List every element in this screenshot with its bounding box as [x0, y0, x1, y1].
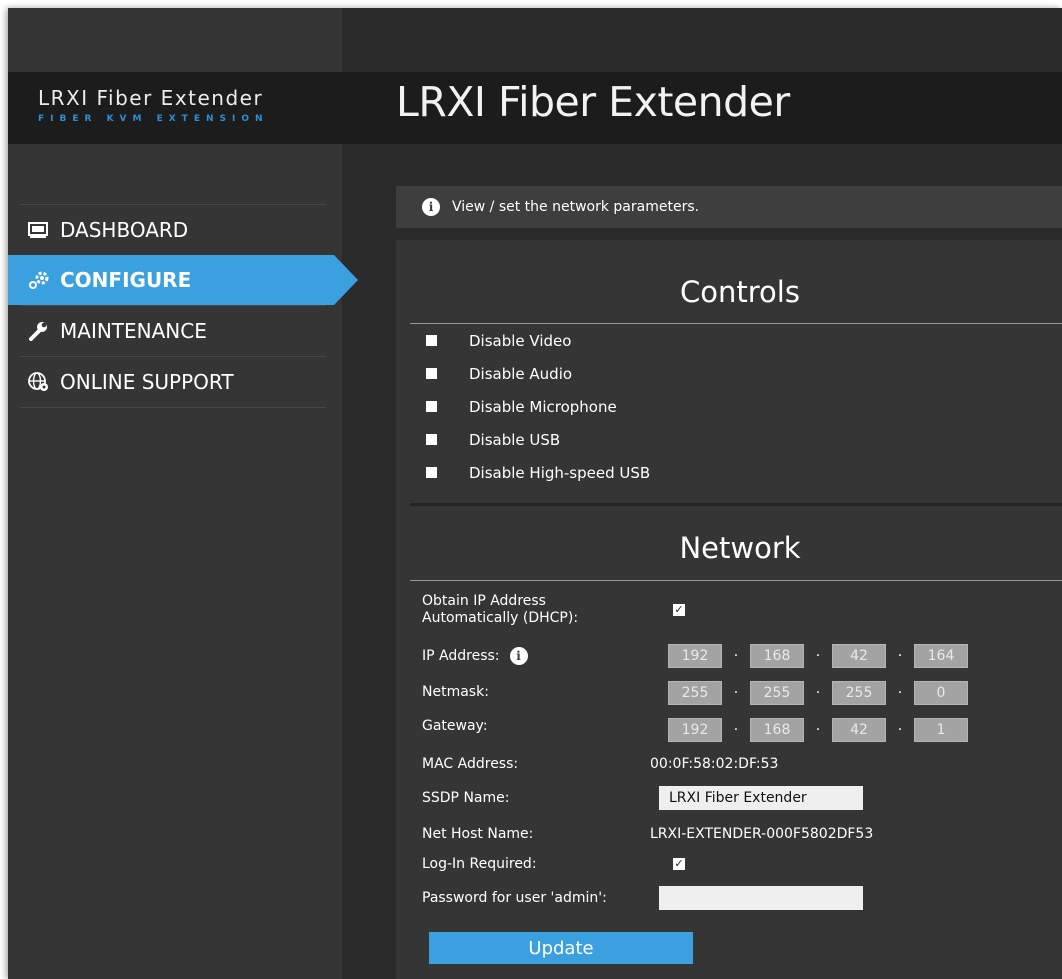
settings-panel: Controls Disable Video Disable Audio Dis…	[396, 240, 1062, 979]
checkbox[interactable]	[426, 467, 437, 478]
netmask-octet-3[interactable]: 255	[832, 681, 886, 705]
control-label: Disable Video	[469, 331, 572, 350]
controls-heading: Controls	[680, 275, 800, 309]
dhcp-label-line2: Automatically (DHCP):	[422, 610, 579, 626]
sidebar-item-configure[interactable]: CONFIGURE	[8, 255, 358, 305]
net-host-name-label: Net Host Name:	[422, 826, 534, 842]
sidebar-item-label: ONLINE SUPPORT	[60, 370, 234, 394]
mac-address-value: 00:0F:58:02:DF:53	[650, 756, 779, 772]
login-required-checkbox[interactable]: ✓	[673, 858, 685, 870]
login-required-label: Log-In Required:	[422, 856, 537, 872]
sidebar-item-label: CONFIGURE	[60, 268, 192, 292]
checkbox[interactable]	[426, 368, 437, 379]
netmask-label: Netmask:	[422, 684, 489, 700]
section-separator	[410, 503, 1062, 506]
dhcp-checkbox[interactable]: ✓	[673, 604, 685, 616]
sidebar-item-label: MAINTENANCE	[60, 319, 207, 343]
monitor-icon	[28, 220, 48, 240]
gears-icon	[28, 270, 49, 290]
netmask-octet-2[interactable]: 255	[750, 681, 804, 705]
gateway-octet-1[interactable]: 192	[668, 718, 722, 742]
globe-gear-icon	[28, 372, 48, 392]
brand-title: LRXI Fiber Extender	[38, 86, 264, 110]
control-label: Disable Audio	[469, 364, 573, 383]
control-disable-microphone[interactable]: Disable Microphone	[396, 390, 617, 423]
sidebar-nav: DASHBOARD CONFIGURE MAINTENANCE ONLINE S…	[8, 204, 358, 408]
gateway-field: 192 · 168 · 42 · 1	[668, 718, 968, 742]
update-button[interactable]: Update	[429, 932, 693, 964]
checkbox[interactable]	[426, 434, 437, 445]
gateway-octet-3[interactable]: 42	[832, 718, 886, 742]
dhcp-label-line1: Obtain IP Address	[422, 593, 546, 609]
ip-separator: ·	[815, 685, 821, 701]
info-icon: i	[422, 198, 440, 216]
ip-separator: ·	[733, 648, 739, 664]
page-title: LRXI Fiber Extender	[396, 78, 790, 126]
control-label: Disable USB	[469, 430, 561, 449]
sidebar-item-label: DASHBOARD	[60, 218, 189, 242]
network-heading: Network	[679, 531, 801, 565]
info-text: View / set the network parameters.	[452, 199, 700, 215]
sidebar-item-dashboard[interactable]: DASHBOARD	[20, 204, 326, 255]
gateway-octet-2[interactable]: 168	[750, 718, 804, 742]
ip-address-field: 192 · 168 · 42 · 164	[668, 644, 968, 668]
control-disable-video[interactable]: Disable Video	[396, 324, 571, 357]
ip-separator: ·	[897, 722, 903, 738]
brand-logo: LRXI Fiber Extender FIBER KVM EXTENSION	[38, 86, 328, 124]
control-disable-audio[interactable]: Disable Audio	[396, 357, 572, 390]
ip-octet-4[interactable]: 164	[914, 644, 968, 668]
info-icon[interactable]: i	[509, 647, 528, 665]
ip-separator: ·	[733, 722, 739, 738]
brand-subtitle: FIBER KVM EXTENSION	[38, 114, 269, 124]
network-divider	[410, 580, 1062, 581]
ip-separator: ·	[815, 722, 821, 738]
info-bar: i View / set the network parameters.	[396, 186, 1062, 228]
net-host-name-value: LRXI-EXTENDER-000F5802DF53	[650, 826, 874, 842]
nav-divider	[20, 407, 326, 408]
gateway-octet-4[interactable]: 1	[914, 718, 968, 742]
ip-address-label: IP Address: i	[422, 647, 528, 665]
ip-octet-2[interactable]: 168	[750, 644, 804, 668]
ip-separator: ·	[815, 648, 821, 664]
netmask-octet-4[interactable]: 0	[914, 681, 968, 705]
netmask-octet-1[interactable]: 255	[668, 681, 722, 705]
checkbox[interactable]	[426, 335, 437, 346]
app-window: LRXI Fiber Extender FIBER KVM EXTENSION …	[8, 8, 1062, 979]
ssdp-name-label: SSDP Name:	[422, 790, 510, 806]
ip-octet-3[interactable]: 42	[832, 644, 886, 668]
ip-separator: ·	[897, 685, 903, 701]
control-label: Disable High-speed USB	[469, 463, 651, 482]
control-disable-usb[interactable]: Disable USB	[396, 423, 560, 456]
sidebar	[8, 8, 342, 979]
ssdp-name-input[interactable]: LRXI Fiber Extender	[659, 786, 863, 810]
ip-address-label-text: IP Address:	[422, 647, 500, 664]
netmask-field: 255 · 255 · 255 · 0	[668, 681, 968, 705]
wrench-icon	[28, 321, 48, 341]
gateway-label: Gateway:	[422, 718, 488, 734]
mac-address-label: MAC Address:	[422, 756, 519, 772]
password-label: Password for user 'admin':	[422, 890, 607, 906]
checkbox[interactable]	[426, 401, 437, 412]
password-input[interactable]	[659, 886, 863, 910]
control-disable-high-speed-usb[interactable]: Disable High-speed USB	[396, 456, 650, 489]
ip-separator: ·	[733, 685, 739, 701]
dhcp-label: Obtain IP Address Automatically (DHCP):	[422, 593, 578, 627]
sidebar-item-maintenance[interactable]: MAINTENANCE	[20, 305, 326, 356]
ip-separator: ·	[897, 648, 903, 664]
ip-octet-1[interactable]: 192	[668, 644, 722, 668]
sidebar-item-online-support[interactable]: ONLINE SUPPORT	[20, 356, 326, 407]
control-label: Disable Microphone	[469, 397, 617, 416]
